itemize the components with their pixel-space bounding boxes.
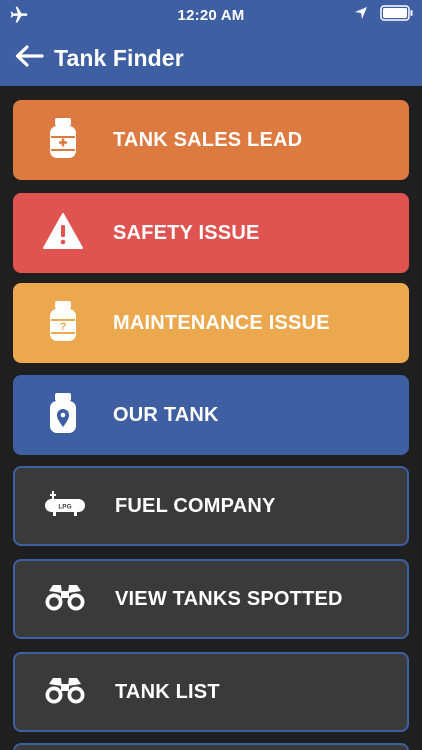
menu-item-label: SAFETY ISSUE [113,221,260,244]
menu-item-label: TANK SALES LEAD [113,128,303,151]
status-bar: 12:20 AM [0,0,422,30]
our-tank-button[interactable]: OUR TANK [13,375,409,455]
menu-item-label: OUR TANK [113,403,219,426]
airplane-mode-icon [8,5,30,30]
menu-item-label: VIEW TANKS SPOTTED [115,587,343,610]
svg-text:?: ? [60,321,67,333]
fuel-company-button[interactable]: LPG FUEL COMPANY [13,466,409,546]
menu-item-label: TANK LIST [115,680,220,703]
binoculars-icon [43,583,87,616]
lpg-tank-icon: LPG [43,489,87,524]
menu-item-partial[interactable] [13,743,409,750]
location-arrow-icon [354,6,368,25]
binoculars-icon [43,676,87,709]
battery-icon [380,5,414,26]
propane-tank-plus-icon [48,116,78,165]
status-time: 12:20 AM [177,6,245,24]
tank-list-button[interactable]: TANK LIST [13,652,409,732]
warning-triangle-icon [42,212,84,255]
back-button[interactable] [8,37,50,79]
nav-bar: Tank Finder [0,30,422,86]
svg-text:LPG: LPG [58,503,71,510]
page-title: Tank Finder [54,44,184,71]
view-tanks-spotted-button[interactable]: VIEW TANKS SPOTTED [13,559,409,639]
maintenance-issue-button[interactable]: ? MAINTENANCE ISSUE [13,283,409,363]
propane-tank-location-icon [48,391,78,440]
propane-tank-question-icon: ? [48,299,78,348]
tank-sales-lead-button[interactable]: TANK SALES LEAD [13,100,409,180]
menu-item-label: MAINTENANCE ISSUE [113,311,330,334]
back-arrow-icon [14,44,44,73]
safety-issue-button[interactable]: SAFETY ISSUE [13,193,409,273]
menu-item-label: FUEL COMPANY [115,494,276,517]
